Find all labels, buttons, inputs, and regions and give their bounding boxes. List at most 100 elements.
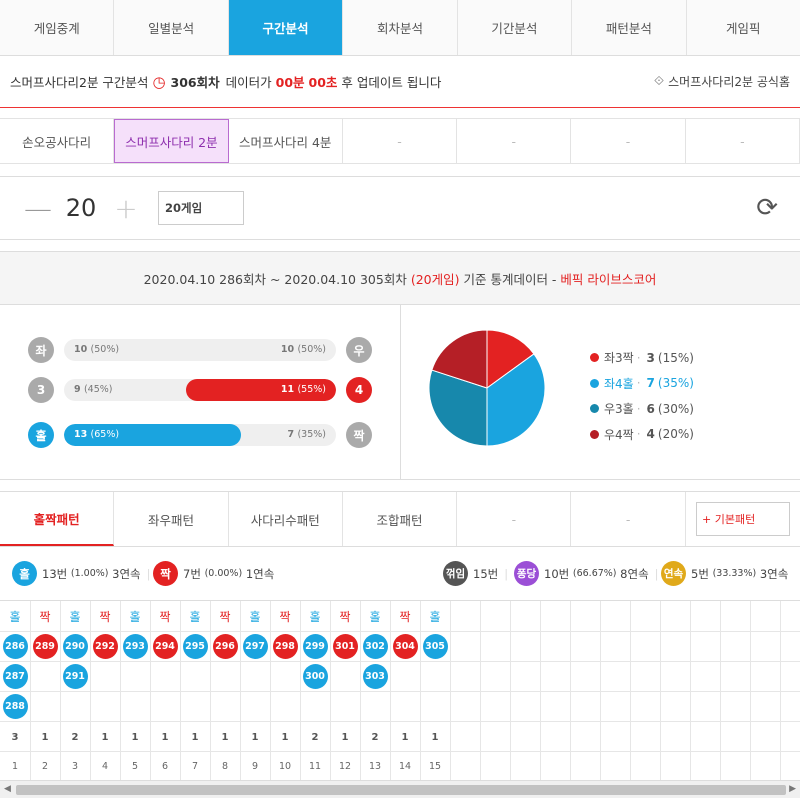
- clock-icon: ◷: [152, 72, 166, 91]
- cont-streak: 3연속: [759, 566, 789, 581]
- right-circle: 4: [346, 377, 372, 403]
- column-count: 3: [11, 731, 19, 743]
- grid-column-head: 홀: [369, 609, 381, 624]
- game-tab[interactable]: -: [686, 119, 800, 163]
- fall-badge: 퐁당: [514, 561, 539, 586]
- game-count-value: 20: [65, 194, 97, 222]
- pattern-tab[interactable]: 조합패턴: [343, 492, 458, 546]
- separator: |: [504, 566, 509, 581]
- legend-value: 4: [646, 427, 655, 442]
- column-count: 1: [191, 731, 199, 743]
- column-index: 7: [191, 761, 199, 772]
- column-count: 2: [71, 731, 79, 743]
- stats-divider: [400, 305, 401, 480]
- bar-right-value: 10: [280, 344, 295, 355]
- game-tab[interactable]: -: [343, 119, 458, 163]
- game-tab[interactable]: 손오공사다리: [0, 119, 115, 163]
- odd-count: 13번: [42, 566, 68, 581]
- nav-tab[interactable]: 구간분석: [228, 0, 344, 55]
- game-tabs: 손오공사다리 스머프사다리 2분 스머프사다리 4분 - - - -: [0, 118, 800, 164]
- game-tab[interactable]: -: [457, 119, 572, 163]
- nav-tab[interactable]: 회차분석: [343, 0, 458, 55]
- scroll-right-icon[interactable]: ▶: [789, 784, 796, 794]
- fall-stat: 퐁당 10번 (66.67%) 8연속 |: [514, 561, 665, 586]
- result-ball: 296: [212, 633, 238, 659]
- stats-count: (20게임): [410, 271, 460, 287]
- result-ball: 302: [362, 633, 388, 659]
- legend-sep: ·: [636, 427, 641, 442]
- legend-item: 우3홀 · 6 (30%): [590, 396, 694, 422]
- even-streak: 1연속: [245, 566, 275, 581]
- result-ball: 292: [92, 633, 118, 659]
- bar-right-pct: (50%): [297, 344, 326, 355]
- legend-value: 7: [646, 376, 655, 391]
- scroll-thumb[interactable]: [16, 785, 786, 795]
- countdown-sec: 00초: [308, 75, 338, 90]
- stat-bar-row: 좌 10 (50%) 10 (50%) 우: [28, 335, 372, 365]
- legend-value: 3: [646, 350, 655, 365]
- result-ball: 294: [152, 633, 178, 659]
- legend-dot: [590, 429, 599, 439]
- odd-streak: 3연속: [112, 566, 141, 581]
- stat-bar-row: 홀 13 (65%) 7 (35%) 짝: [28, 420, 372, 450]
- grid-column-head: 짝: [99, 609, 111, 624]
- bar-left-value: 13: [74, 429, 88, 440]
- result-ball: 291: [62, 663, 88, 689]
- legend-dot: [590, 378, 599, 388]
- result-ball: 304: [392, 633, 418, 659]
- column-count: 1: [401, 731, 409, 743]
- column-index: 15: [428, 761, 442, 772]
- game-tab[interactable]: -: [571, 119, 686, 163]
- legend-pct: (30%): [657, 401, 694, 416]
- official-home-label: 스머프사다리2분 공식홈: [668, 75, 790, 89]
- odd-badge: 홀: [12, 561, 37, 586]
- column-index: 11: [308, 761, 322, 772]
- nav-tab[interactable]: 게임픽: [686, 0, 800, 55]
- right-circle: 짝: [346, 422, 372, 448]
- cont-badge: 연속: [661, 561, 686, 586]
- countdown-min: 00분: [275, 75, 305, 90]
- plus-button[interactable]: +: [114, 192, 138, 225]
- nav-tab[interactable]: 일별분석: [114, 0, 229, 55]
- refresh-icon[interactable]: ⟳: [756, 193, 778, 223]
- game-tab[interactable]: 스머프사다리 4분: [229, 119, 343, 163]
- legend-sep: ·: [636, 376, 641, 391]
- basic-pattern-button[interactable]: + 기본패턴: [696, 502, 790, 536]
- column-count: 1: [341, 731, 349, 743]
- column-index: 1: [11, 761, 19, 772]
- legend-item: 좌4홀 · 7 (35%): [590, 371, 694, 397]
- grid-column-head: 홀: [189, 609, 201, 624]
- result-ball: 305: [422, 633, 448, 659]
- grid-column-head: 홀: [69, 609, 81, 624]
- game-count-select[interactable]: 20게임: [158, 191, 244, 225]
- broken-stat: 꺾임 15번 |: [443, 561, 514, 586]
- legend-item: 우4짝 · 4 (20%): [590, 422, 694, 448]
- bar-left-label: 13 (65%): [74, 424, 119, 446]
- info-round: 306회차: [170, 75, 220, 90]
- result-ball: 298: [272, 633, 298, 659]
- nav-tab[interactable]: 패턴분석: [572, 0, 687, 55]
- pattern-tab[interactable]: -: [571, 492, 686, 546]
- grid-column-head: 짝: [279, 609, 291, 624]
- grid-column-head: 홀: [249, 609, 261, 624]
- pattern-tab[interactable]: -: [457, 492, 572, 546]
- bar-track: 10 (50%) 10 (50%): [64, 339, 336, 361]
- legend-item: 좌3짝 · 3 (15%): [590, 345, 694, 371]
- nav-tab[interactable]: 게임중계: [0, 0, 115, 55]
- pattern-tab[interactable]: 홀짝패턴: [0, 492, 115, 546]
- pattern-tab[interactable]: 좌우패턴: [114, 492, 229, 546]
- column-index: 6: [161, 761, 169, 772]
- bar-right-pct: (55%): [297, 384, 326, 395]
- bar-right-value: 11: [280, 384, 295, 395]
- scroll-left-icon[interactable]: ◀: [4, 784, 11, 794]
- pattern-tab[interactable]: 사다리수패턴: [229, 492, 343, 546]
- column-count: 1: [221, 731, 229, 743]
- minus-button[interactable]: —: [24, 192, 52, 225]
- nav-tab[interactable]: 기간분석: [457, 0, 573, 55]
- official-home-link[interactable]: ⟐ 스머프사다리2분 공식홈: [654, 73, 790, 90]
- game-tab[interactable]: 스머프사다리 2분: [114, 119, 229, 163]
- even-stat: 짝 7번 (0.00%) 1연속: [153, 561, 274, 586]
- legend-label: 우3홀: [604, 402, 634, 417]
- horizontal-scrollbar[interactable]: ◀ ▶: [0, 780, 800, 798]
- stats-header: 2020.04.10 286회차 ~ 2020.04.10 305회차 (20게…: [0, 251, 800, 305]
